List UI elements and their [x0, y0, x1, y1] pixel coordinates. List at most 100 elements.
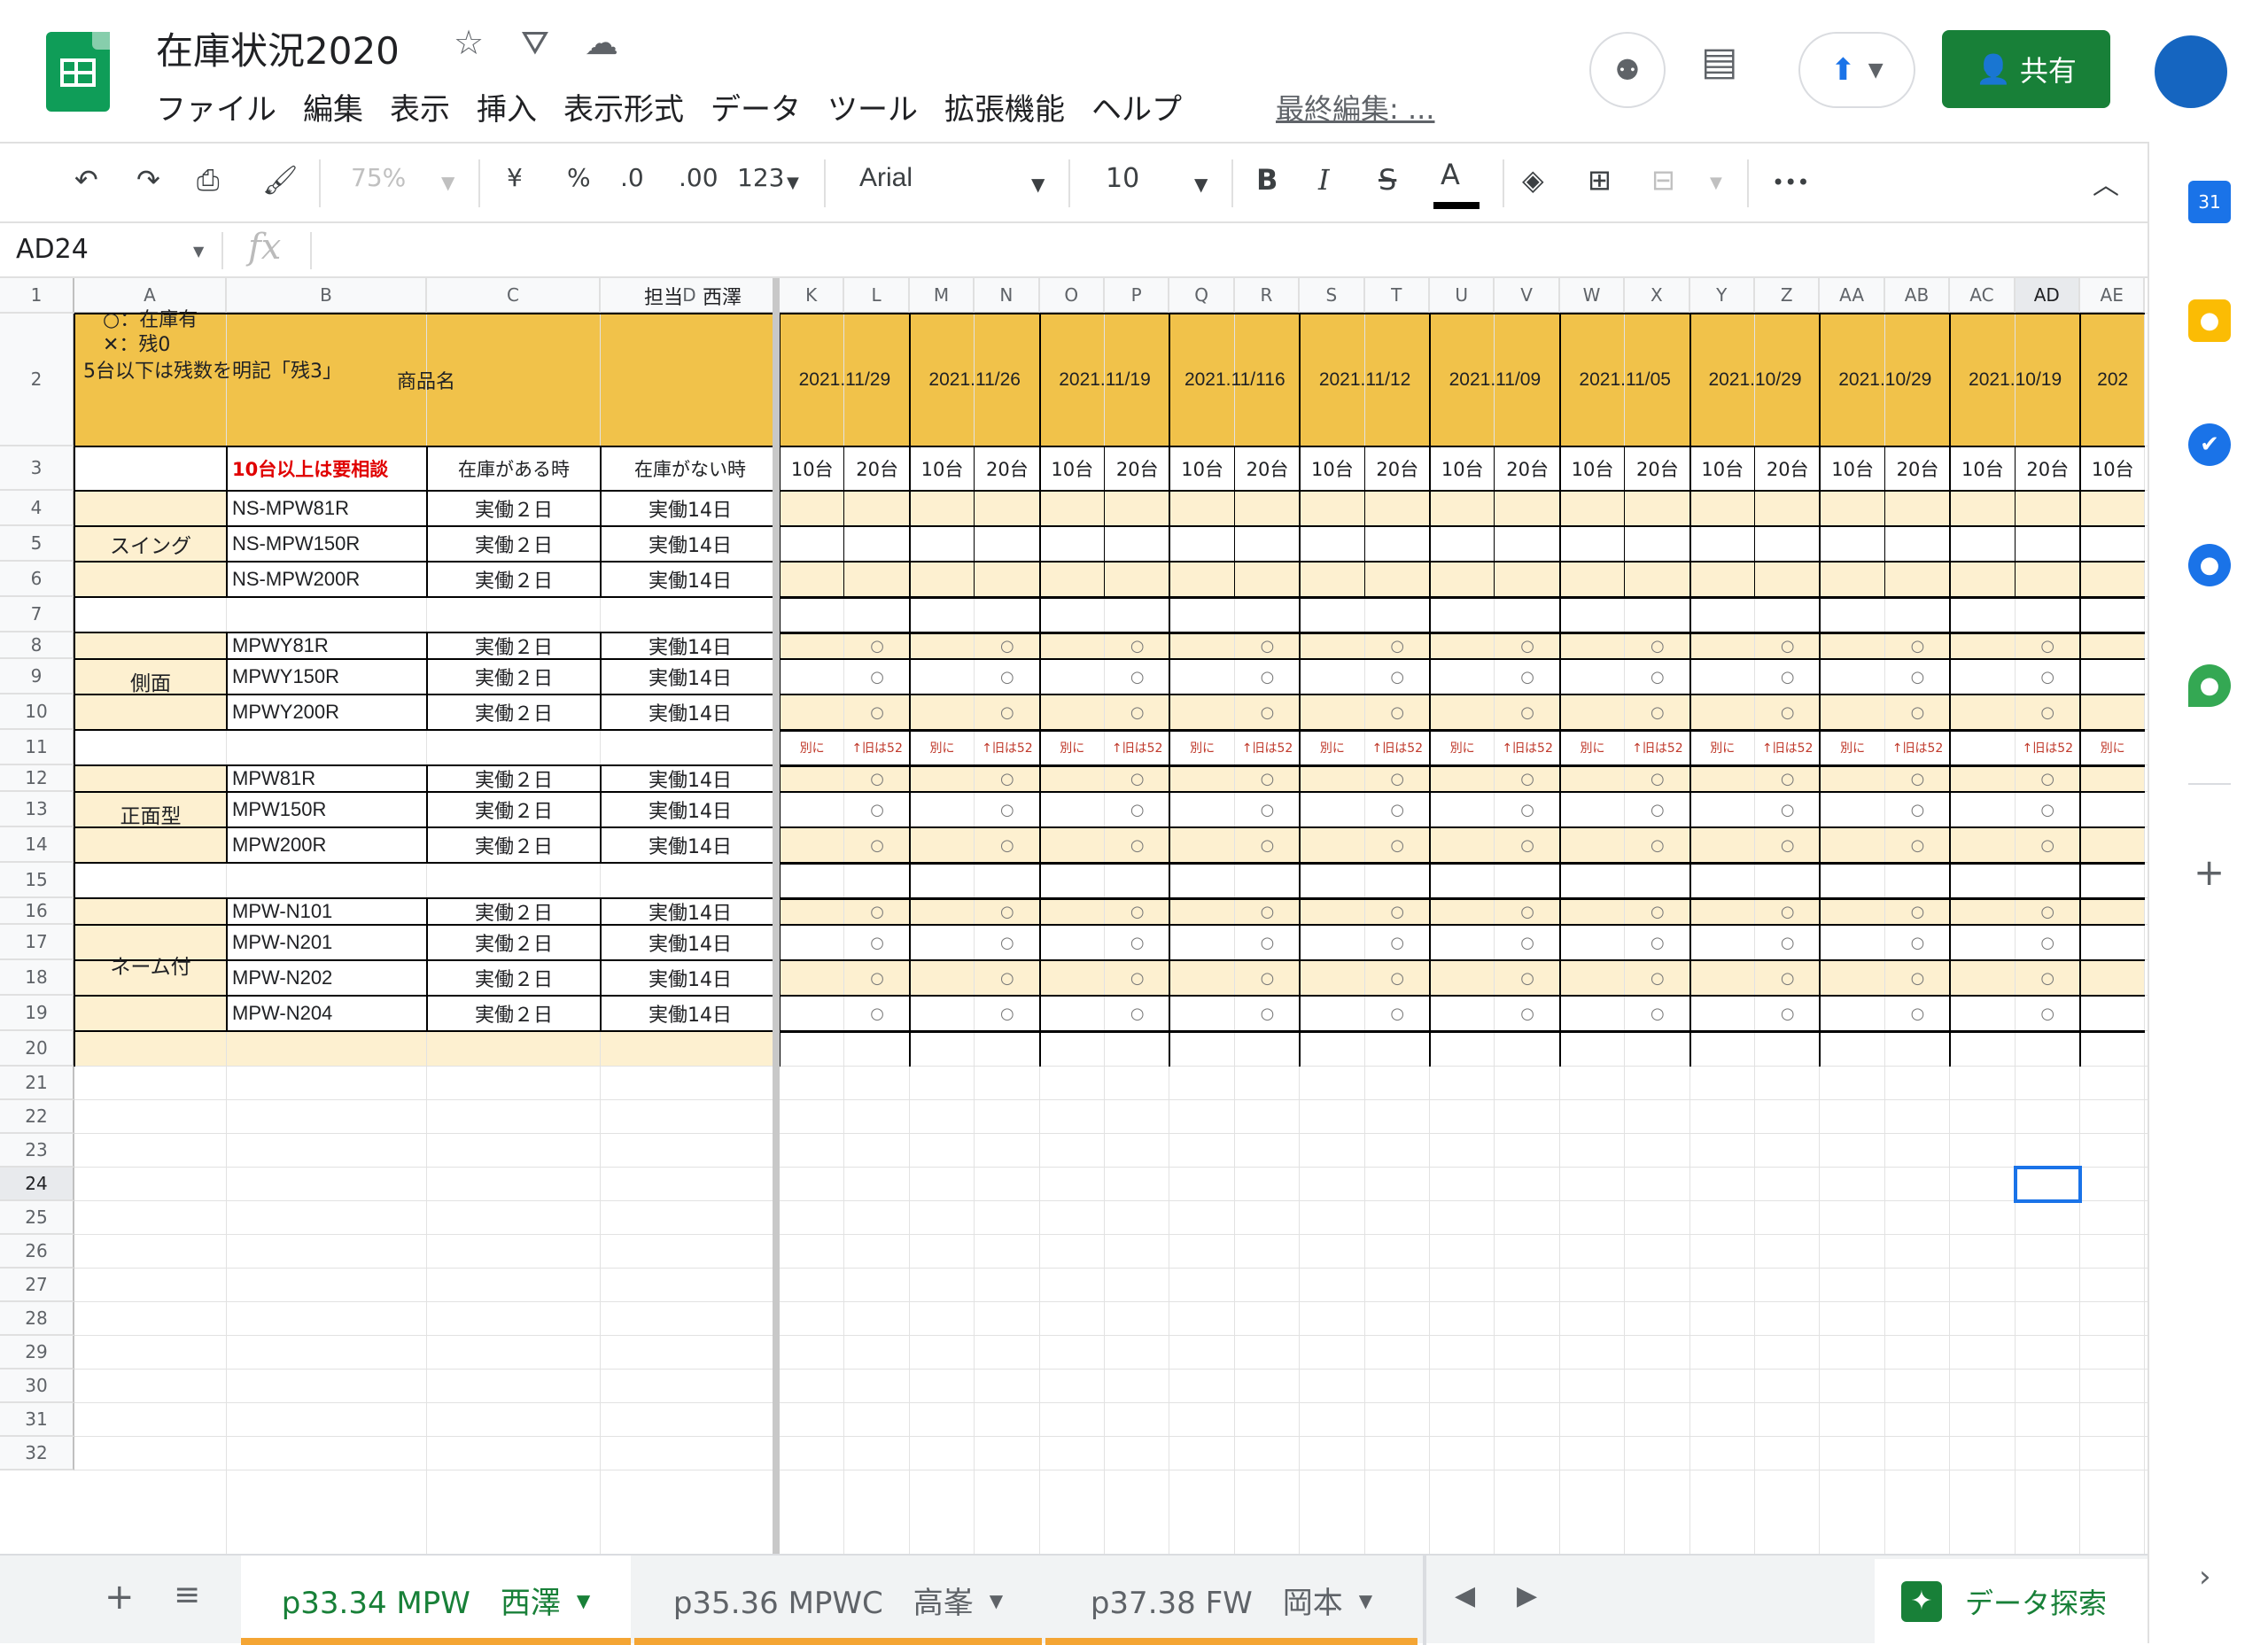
- row-header[interactable]: 11: [0, 730, 74, 765]
- row-header[interactable]: 19: [0, 996, 74, 1031]
- increase-decimal-button[interactable]: .00: [679, 163, 718, 192]
- currency-format-button[interactable]: ¥: [507, 163, 523, 192]
- row-header[interactable]: 21: [0, 1067, 74, 1100]
- active-cell-selection[interactable]: [2013, 1166, 2082, 1203]
- font-select[interactable]: Arial: [859, 163, 913, 193]
- share-button[interactable]: 👤 共有: [1942, 30, 2110, 108]
- row-header[interactable]: 25: [0, 1201, 74, 1235]
- row-header[interactable]: 20: [0, 1031, 74, 1067]
- sheet-tab-2[interactable]: p37.38 FW 岡本 ▼: [1045, 1556, 1418, 1645]
- column-header[interactable]: C: [427, 278, 601, 314]
- column-header[interactable]: AE: [2080, 278, 2146, 314]
- menu-extensions[interactable]: 拡張機能: [944, 85, 1065, 128]
- row-header[interactable]: 9: [0, 659, 74, 694]
- meet-icon[interactable]: ⚉: [1589, 32, 1666, 108]
- column-header[interactable]: M: [909, 278, 975, 314]
- row-header[interactable]: 26: [0, 1235, 74, 1269]
- row-header[interactable]: 3: [0, 446, 74, 491]
- column-header[interactable]: Y: [1689, 278, 1755, 314]
- row-header[interactable]: 16: [0, 898, 74, 925]
- document-title[interactable]: 在庫状況2020: [156, 21, 400, 75]
- row-header[interactable]: 6: [0, 562, 74, 597]
- avatar[interactable]: [2155, 35, 2227, 108]
- menu-insert[interactable]: 挿入: [477, 85, 537, 128]
- row-header[interactable]: 2: [0, 314, 74, 446]
- present-button[interactable]: ⬆ ▼: [1798, 32, 1915, 108]
- row-header[interactable]: 5: [0, 526, 74, 562]
- row-header[interactable]: 10: [0, 694, 74, 730]
- column-header[interactable]: R: [1234, 278, 1301, 314]
- column-header[interactable]: O: [1039, 278, 1105, 314]
- column-header[interactable]: Q: [1169, 278, 1235, 314]
- merge-icon[interactable]: ⊟: [1651, 163, 1675, 197]
- italic-button[interactable]: I: [1318, 163, 1330, 197]
- last-edit-link[interactable]: 最終編集: ...: [1276, 87, 1434, 128]
- strikethrough-button[interactable]: S: [1379, 163, 1396, 197]
- row-header[interactable]: 28: [0, 1302, 74, 1336]
- row-header[interactable]: 18: [0, 960, 74, 996]
- undo-icon[interactable]: ↶: [74, 163, 98, 197]
- more-icon[interactable]: •••: [1772, 170, 1809, 195]
- comment-icon[interactable]: ▤: [1701, 39, 1738, 84]
- row-header[interactable]: 17: [0, 925, 74, 960]
- sheets-logo[interactable]: [46, 32, 110, 112]
- row-header[interactable]: 31: [0, 1403, 74, 1437]
- row-header[interactable]: 14: [0, 827, 74, 863]
- column-header[interactable]: S: [1300, 278, 1365, 314]
- menu-data[interactable]: データ: [711, 85, 801, 128]
- column-header[interactable]: V: [1495, 278, 1560, 314]
- column-header[interactable]: W: [1559, 278, 1626, 314]
- column-header[interactable]: K: [780, 278, 845, 314]
- row-header[interactable]: 22: [0, 1100, 74, 1134]
- contacts-icon[interactable]: ●: [2188, 544, 2231, 586]
- column-header[interactable]: N: [975, 278, 1040, 314]
- row-header[interactable]: 30: [0, 1370, 74, 1403]
- star-icon[interactable]: ☆: [454, 23, 484, 62]
- menu-edit[interactable]: 編集: [303, 85, 363, 128]
- row-header[interactable]: 7: [0, 597, 74, 632]
- row-header[interactable]: 4: [0, 491, 74, 526]
- bold-button[interactable]: B: [1256, 163, 1278, 197]
- column-header[interactable]: U: [1430, 278, 1495, 314]
- column-header[interactable]: T: [1364, 278, 1430, 314]
- row-header[interactable]: 1: [0, 278, 74, 314]
- column-header[interactable]: AA: [1820, 278, 1885, 314]
- tasks-icon[interactable]: ✔: [2188, 423, 2231, 466]
- scroll-left-icon[interactable]: ◀: [1455, 1580, 1475, 1611]
- percent-format-button[interactable]: %: [567, 163, 591, 192]
- chevron-right-icon[interactable]: ›: [2199, 1559, 2211, 1595]
- column-header[interactable]: P: [1105, 278, 1170, 314]
- column-header[interactable]: L: [844, 278, 910, 314]
- menu-format[interactable]: 表示形式: [563, 85, 684, 128]
- menu-help[interactable]: ヘルプ: [1091, 85, 1182, 128]
- menu-file[interactable]: ファイル: [156, 85, 276, 128]
- move-to-drive-icon[interactable]: ⛛: [521, 23, 549, 63]
- row-header[interactable]: 24: [0, 1168, 74, 1201]
- add-sheet-icon[interactable]: +: [105, 1577, 135, 1618]
- collapse-icon[interactable]: ︿: [2093, 163, 2119, 202]
- column-header[interactable]: AC: [1950, 278, 2016, 314]
- column-header[interactable]: Z: [1755, 278, 1821, 314]
- calendar-icon[interactable]: 31: [2188, 181, 2231, 223]
- row-header[interactable]: 8: [0, 632, 74, 659]
- row-header[interactable]: 13: [0, 792, 74, 827]
- redo-icon[interactable]: ↷: [136, 163, 160, 197]
- sheet-tab-1[interactable]: p35.36 MPWC 高峯 ▼: [634, 1556, 1042, 1645]
- explore-button[interactable]: ✦ データ探索: [1875, 1559, 2148, 1644]
- font-size-select[interactable]: 10: [1106, 163, 1139, 194]
- row-header[interactable]: 29: [0, 1336, 74, 1370]
- fill-color-icon[interactable]: ◈: [1522, 163, 1544, 197]
- row-header[interactable]: 15: [0, 863, 74, 898]
- menu-tools[interactable]: ツール: [827, 85, 918, 128]
- sheet-tab-0[interactable]: p33.34 MPW 西澤 ▼: [241, 1556, 631, 1645]
- column-header[interactable]: X: [1625, 278, 1690, 314]
- decrease-decimal-button[interactable]: .0: [620, 163, 644, 192]
- row-header[interactable]: 23: [0, 1134, 74, 1168]
- paint-format-icon[interactable]: 🖌: [262, 163, 299, 197]
- maps-icon[interactable]: ●: [2188, 664, 2231, 707]
- column-header[interactable]: AD: [2015, 278, 2080, 314]
- menu-view[interactable]: 表示: [390, 85, 450, 128]
- zoom-select[interactable]: 75%: [351, 163, 406, 192]
- formula-input[interactable]: [319, 229, 2135, 273]
- print-icon[interactable]: ⎙: [197, 163, 220, 198]
